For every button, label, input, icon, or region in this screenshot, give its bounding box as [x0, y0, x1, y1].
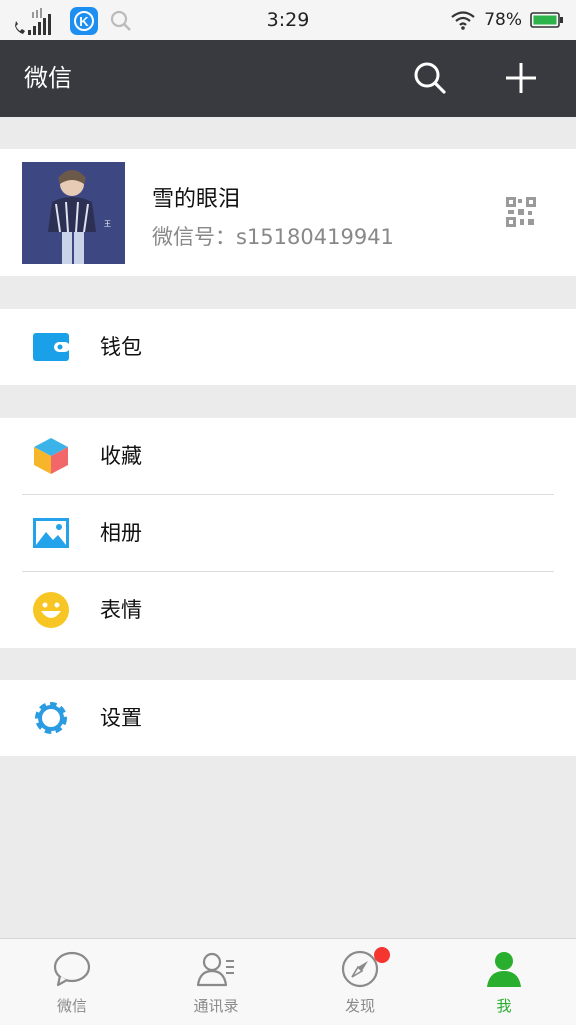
- menu-label-album: 相册: [100, 521, 142, 545]
- person-icon: [487, 952, 521, 987]
- add-button[interactable]: [499, 56, 543, 100]
- gear-icon: [35, 702, 67, 734]
- smiley-icon: [33, 592, 69, 628]
- wechat-id: 微信号：s15180419941: [152, 221, 394, 251]
- tab-label-contacts: 通讯录: [193, 997, 239, 1015]
- wechat-id-label: 微信号：: [152, 225, 236, 249]
- avatar[interactable]: 王: [22, 162, 125, 264]
- contacts-icon: [196, 952, 234, 987]
- tab-me[interactable]: 我: [432, 939, 576, 1025]
- favorites-cube-icon: [34, 438, 68, 474]
- profile-name: 雪的眼泪: [152, 187, 241, 212]
- tab-label-chats: 微信: [56, 997, 87, 1015]
- svg-text:王: 王: [104, 220, 111, 228]
- tab-chats[interactable]: 微信: [0, 939, 144, 1025]
- status-right-icons: 78%: [450, 0, 564, 40]
- menu-label-stickers: 表情: [100, 598, 142, 622]
- menu-item-stickers[interactable]: 表情: [0, 572, 576, 648]
- search-button[interactable]: [408, 56, 452, 100]
- header-bar: 微信: [0, 40, 576, 117]
- menu-label-favorites: 收藏: [100, 444, 142, 468]
- profile-card[interactable]: 王 雪的眼泪 微信号：s15180419941: [0, 149, 576, 276]
- settings-group: 设置: [0, 680, 576, 756]
- tab-contacts[interactable]: 通讯录: [144, 939, 288, 1025]
- status-bar: K 3:29 78%: [0, 0, 576, 40]
- page-title: 微信: [24, 64, 72, 92]
- menu-item-favorites[interactable]: 收藏: [0, 418, 576, 494]
- discover-unread-badge: [374, 947, 390, 963]
- wifi-icon: [451, 11, 475, 30]
- wechat-id-value: s15180419941: [236, 225, 394, 249]
- tab-discover[interactable]: 发现: [288, 939, 432, 1025]
- media-group: 收藏 相册 表情: [0, 418, 576, 648]
- album-picture-icon: [33, 518, 69, 548]
- menu-item-wallet[interactable]: 钱包: [0, 309, 576, 385]
- menu-label-settings: 设置: [100, 706, 142, 730]
- avatar-photo: 王: [22, 162, 125, 264]
- chat-bubble-icon: [53, 951, 91, 987]
- wallet-icon: [33, 333, 70, 361]
- battery-icon: [530, 12, 563, 28]
- bottom-tab-bar: 微信 通讯录 发现 我: [0, 938, 576, 1025]
- menu-item-album[interactable]: 相册: [0, 495, 576, 571]
- wallet-group: 钱包: [0, 309, 576, 385]
- menu-label-wallet: 钱包: [100, 335, 142, 359]
- search-icon: [414, 62, 446, 94]
- qr-code-icon[interactable]: [506, 197, 536, 227]
- tab-label-discover: 发现: [344, 997, 375, 1015]
- menu-item-settings[interactable]: 设置: [0, 680, 576, 756]
- tab-label-me: 我: [496, 997, 512, 1015]
- add-icon: [506, 63, 536, 93]
- battery-percent: 78%: [484, 10, 522, 30]
